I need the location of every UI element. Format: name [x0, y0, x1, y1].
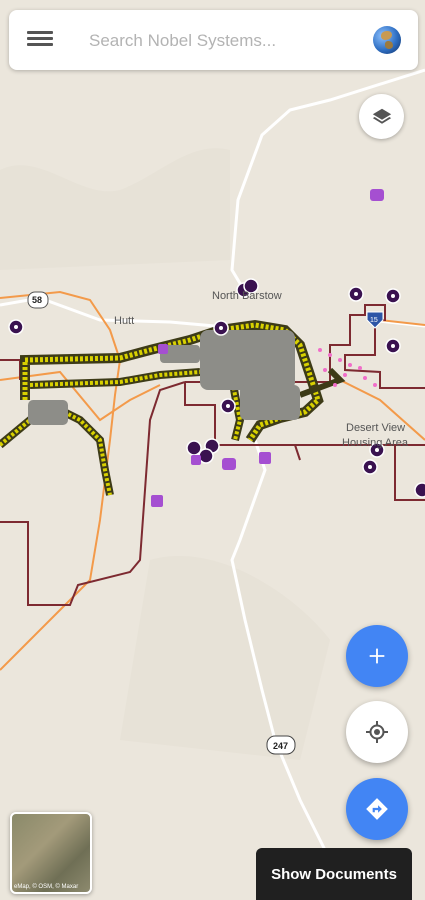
layers-button[interactable]: [359, 94, 404, 139]
directions-icon: [366, 798, 388, 820]
hamburger-menu-icon[interactable]: [27, 28, 53, 52]
facility-icon: [151, 495, 163, 507]
layers-icon: [372, 108, 391, 124]
search-bar: [9, 10, 418, 70]
svg-text:247: 247: [273, 741, 288, 751]
show-documents-button[interactable]: Show Documents: [256, 848, 412, 900]
add-button[interactable]: [346, 625, 408, 687]
route-shield-247: 247: [266, 735, 296, 755]
svg-text:58: 58: [32, 295, 42, 305]
map-marker: [198, 448, 214, 464]
globe-icon[interactable]: [373, 26, 401, 54]
facility-icon: [370, 189, 384, 201]
directions-button[interactable]: [346, 778, 408, 840]
basemap-attribution: eMap, © OSM, © Maxar: [14, 884, 79, 890]
basemap-thumbnail[interactable]: eMap, © OSM, © Maxar: [10, 812, 92, 894]
map-marker: [414, 482, 425, 498]
map-canvas[interactable]: North Barstow Hutt Desert View Housing A…: [0, 0, 425, 900]
facility-icon: [191, 455, 201, 465]
place-label-north-barstow: North Barstow: [212, 290, 282, 302]
place-label-hutt: Hutt: [114, 315, 134, 327]
place-label-desert-view: Desert View: [346, 422, 405, 434]
svg-text:15: 15: [370, 317, 378, 324]
facility-icon: [222, 458, 236, 470]
facility-icon: [158, 344, 168, 354]
search-input[interactable]: [87, 26, 351, 56]
facility-icon: [259, 452, 271, 464]
route-shield-58: 58: [27, 291, 49, 309]
place-label-housing-area: Housing Area: [342, 437, 409, 449]
my-location-button[interactable]: [346, 701, 408, 763]
plus-icon: [369, 648, 385, 664]
my-location-icon: [366, 721, 388, 743]
